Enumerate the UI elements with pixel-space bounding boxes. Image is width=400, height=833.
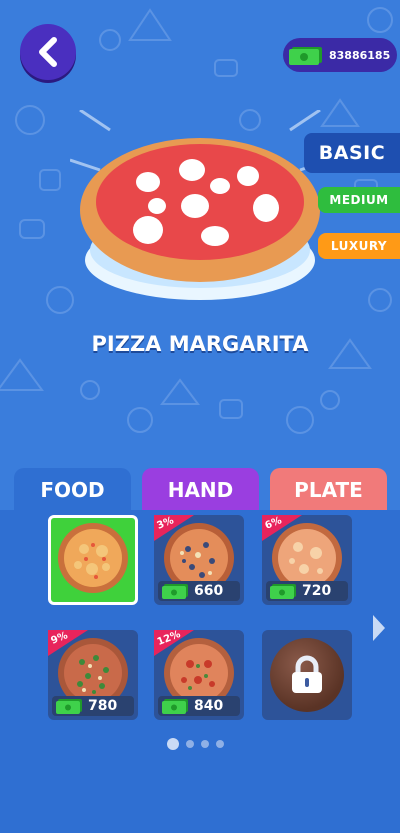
price-value: 780 xyxy=(88,698,118,714)
next-page-arrow-icon[interactable] xyxy=(370,612,388,644)
pizza-thumbnail xyxy=(58,523,128,593)
price-tag: 840 xyxy=(158,696,240,716)
page-dot-1[interactable] xyxy=(167,738,179,750)
shop-item-5[interactable]: 12% 840 xyxy=(154,628,244,720)
price-value: 840 xyxy=(194,698,224,714)
shop-item-2[interactable]: 3% 660 xyxy=(154,515,244,605)
price-value: 660 xyxy=(194,583,224,599)
tier-luxury-button[interactable]: LUXURY xyxy=(318,233,400,259)
discount-label: 6% xyxy=(263,515,284,532)
currency-amount: 83886185 xyxy=(329,48,391,62)
price-tag: 720 xyxy=(266,581,348,601)
pizza-preview xyxy=(70,110,330,300)
price-tag: 660 xyxy=(158,581,240,601)
discount-label: 12% xyxy=(155,628,183,649)
shop-item-1[interactable] xyxy=(48,515,138,605)
page-dot-3[interactable] xyxy=(201,740,209,748)
cash-icon xyxy=(56,699,82,714)
cash-icon xyxy=(270,584,296,599)
page-dot-2[interactable] xyxy=(186,740,194,748)
tier-basic-button[interactable]: BASIC xyxy=(304,133,400,173)
shop-item-4[interactable]: 9% 780 xyxy=(48,630,138,720)
price-tag: 780 xyxy=(52,696,134,716)
pizza-name: PIZZA MARGARITA xyxy=(91,332,309,356)
currency-display: 83886185 xyxy=(283,38,397,72)
cash-icon xyxy=(162,699,188,714)
chevron-left-icon xyxy=(39,37,57,67)
item-panel: 3% 660 6% 720 9% 780 12% 840 xyxy=(0,510,400,833)
page-dot-4[interactable] xyxy=(216,740,224,748)
tab-food[interactable]: FOOD xyxy=(14,468,131,512)
back-button[interactable] xyxy=(20,24,76,80)
tab-hand[interactable]: HAND xyxy=(142,468,259,512)
tier-medium-button[interactable]: MEDIUM xyxy=(318,187,400,213)
discount-label: 9% xyxy=(49,630,70,647)
shop-item-6-locked[interactable] xyxy=(262,630,352,720)
locked-item xyxy=(270,638,344,712)
shop-item-3[interactable]: 6% 720 xyxy=(262,515,352,605)
tab-plate[interactable]: PLATE xyxy=(270,468,387,512)
pagination-dots xyxy=(167,738,224,750)
discount-label: 3% xyxy=(155,515,176,532)
price-value: 720 xyxy=(302,583,332,599)
category-tabs: FOOD HAND PLATE xyxy=(0,468,400,512)
lock-icon xyxy=(292,655,322,693)
cash-icon xyxy=(162,584,188,599)
cash-icon xyxy=(289,47,322,65)
